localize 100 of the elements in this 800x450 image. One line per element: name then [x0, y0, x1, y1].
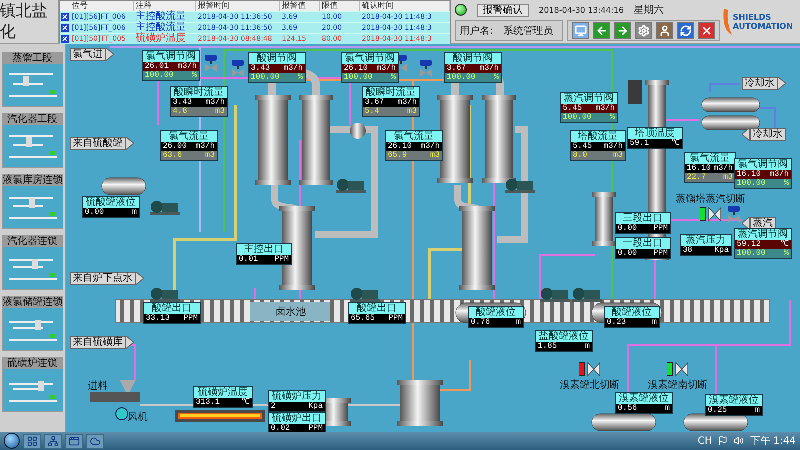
instrument-label: 氯气调节阀 — [143, 51, 199, 62]
column-header: 确认时间 — [360, 1, 450, 11]
control-valve-icon — [205, 55, 217, 72]
window-icon — [68, 436, 80, 446]
reading-value: 3.67 — [365, 98, 384, 107]
reading-unit: m3 — [205, 151, 215, 160]
reading-unit: m3/h — [178, 62, 197, 71]
grid-icon — [26, 436, 38, 446]
taskbar-app-button[interactable] — [44, 434, 62, 448]
reading-unit: % — [298, 73, 303, 82]
reading-value: 65.65 — [351, 314, 376, 323]
instrument-label: 酸罐出口 — [144, 303, 200, 314]
cutoff-valve-icon[interactable] — [700, 207, 722, 223]
reading-unit: PPM — [654, 249, 668, 258]
instrument-label: 蒸汽调节阀 — [561, 93, 617, 104]
acknowledge-button[interactable]: 报警确认 — [477, 4, 529, 16]
instrument-label: 硫酸罐液位 — [83, 197, 139, 208]
reading-value: 26.10 — [344, 64, 368, 73]
close-button[interactable] — [698, 22, 715, 39]
start-button[interactable] — [4, 433, 20, 449]
cutoff-valve-icon[interactable] — [667, 362, 689, 378]
sidebar-item[interactable]: 蒸馏工段 — [2, 52, 63, 107]
reading-unit: m3 — [215, 107, 225, 116]
sidebar-item[interactable]: 液氯储罐连锁 — [2, 296, 63, 351]
column-header: 注释 — [134, 1, 196, 11]
heater-drawing — [628, 80, 642, 104]
buffer-tank — [592, 192, 616, 246]
blower-icon — [350, 123, 366, 139]
control-valve-icon — [232, 60, 244, 77]
reading-unit: m3/h — [604, 142, 623, 151]
instrument-label: 蒸汽压力 — [681, 235, 731, 246]
reading-value: 0.00 — [618, 249, 638, 258]
volume-icon[interactable] — [734, 436, 744, 446]
reading-unit: m — [132, 208, 137, 217]
instrument-label: 酸罐出口 — [349, 303, 405, 314]
reading-unit: PPM — [654, 224, 668, 233]
column-header: 限值 — [320, 1, 360, 11]
storage-tank — [397, 380, 443, 426]
reading-unit: % — [610, 113, 615, 122]
reading-unit: % — [192, 71, 197, 80]
network-icon — [48, 436, 58, 446]
instrument-label: 一段出口 — [616, 238, 670, 249]
flag-icon[interactable] — [718, 436, 728, 446]
reading-unit: % — [494, 73, 499, 82]
reading-value: 5.4 — [365, 107, 380, 116]
reading-value: 0.00 — [618, 224, 638, 233]
logo-text: AUTOMATION — [733, 22, 794, 30]
reading-unit: PPM — [308, 424, 323, 432]
user-button[interactable] — [656, 22, 673, 39]
settings-button[interactable] — [635, 22, 652, 39]
valve-label: 溴素罐北切断 — [560, 380, 620, 391]
instrument-label: 氯气调节阀 — [342, 53, 398, 64]
table-cell-text: 主控酸流量 — [135, 23, 187, 33]
reading-value: 59.12 — [737, 240, 762, 249]
table-cell-text: 主控酸流量 — [135, 12, 187, 22]
instrument-label: 酸调节阀 — [445, 53, 501, 64]
reading-unit: m3 — [430, 151, 440, 160]
reading-value: 38 — [683, 246, 693, 255]
reading-value: 1.85 — [538, 342, 558, 351]
reading-unit: ℃ — [781, 240, 789, 249]
reading-value: 59.1 — [630, 139, 650, 148]
sidebar-item[interactable]: 液氯库房连锁 — [2, 174, 63, 229]
back-icon — [596, 24, 608, 36]
sidebar-item[interactable]: 汽化器连锁 — [2, 235, 63, 290]
instrument-label: 溴素罐液位 — [706, 395, 762, 406]
horizontal-tank — [102, 178, 146, 196]
back-button[interactable] — [593, 22, 610, 39]
sidebar-item[interactable]: 汽化器工段 — [2, 113, 63, 168]
reading-unit: m3 — [613, 151, 623, 160]
taskbar-app-button[interactable] — [65, 434, 83, 448]
instrument-label: 硫磺炉温度 — [194, 387, 252, 398]
reading-value: 100.00 — [737, 179, 766, 188]
taskbar-app-button[interactable] — [86, 434, 104, 448]
reading-unit: m3/h — [284, 64, 303, 73]
reading-value: 2 — [271, 402, 276, 411]
pump-icon — [540, 288, 570, 302]
reading-value: 3.67 — [447, 64, 466, 73]
sidebar-item[interactable]: 硫磺炉连锁 — [2, 357, 63, 412]
column-header: 报警时间 — [196, 1, 280, 11]
reading-unit: PPM — [274, 255, 289, 264]
reading-value: 0.25 — [708, 406, 728, 415]
horizontal-tank — [702, 116, 760, 130]
instrument-label: 酸罐液位 — [605, 307, 659, 318]
refresh-icon — [680, 24, 692, 36]
forward-button[interactable] — [614, 22, 631, 39]
refresh-button[interactable] — [677, 22, 694, 39]
reading-value: 26.10 — [388, 142, 412, 151]
reading-value: 4.8 — [173, 107, 188, 116]
date-time: 2018-04-30 13:44:16 — [539, 6, 624, 14]
cutoff-valve-icon[interactable] — [579, 362, 601, 378]
reading-unit: m3 — [407, 107, 417, 116]
column-header: 位号 — [70, 1, 134, 11]
taskbar-app-button[interactable] — [23, 434, 41, 448]
instrument-label: 氯气流量 — [685, 153, 735, 164]
reading-value: 100.00 — [251, 73, 280, 82]
reading-unit: m — [516, 318, 521, 327]
screen-button[interactable] — [572, 22, 589, 39]
instrument-label: 硫磺炉出口 — [269, 413, 325, 424]
reading-value: 63.6 — [163, 151, 182, 160]
user-icon — [658, 24, 670, 36]
